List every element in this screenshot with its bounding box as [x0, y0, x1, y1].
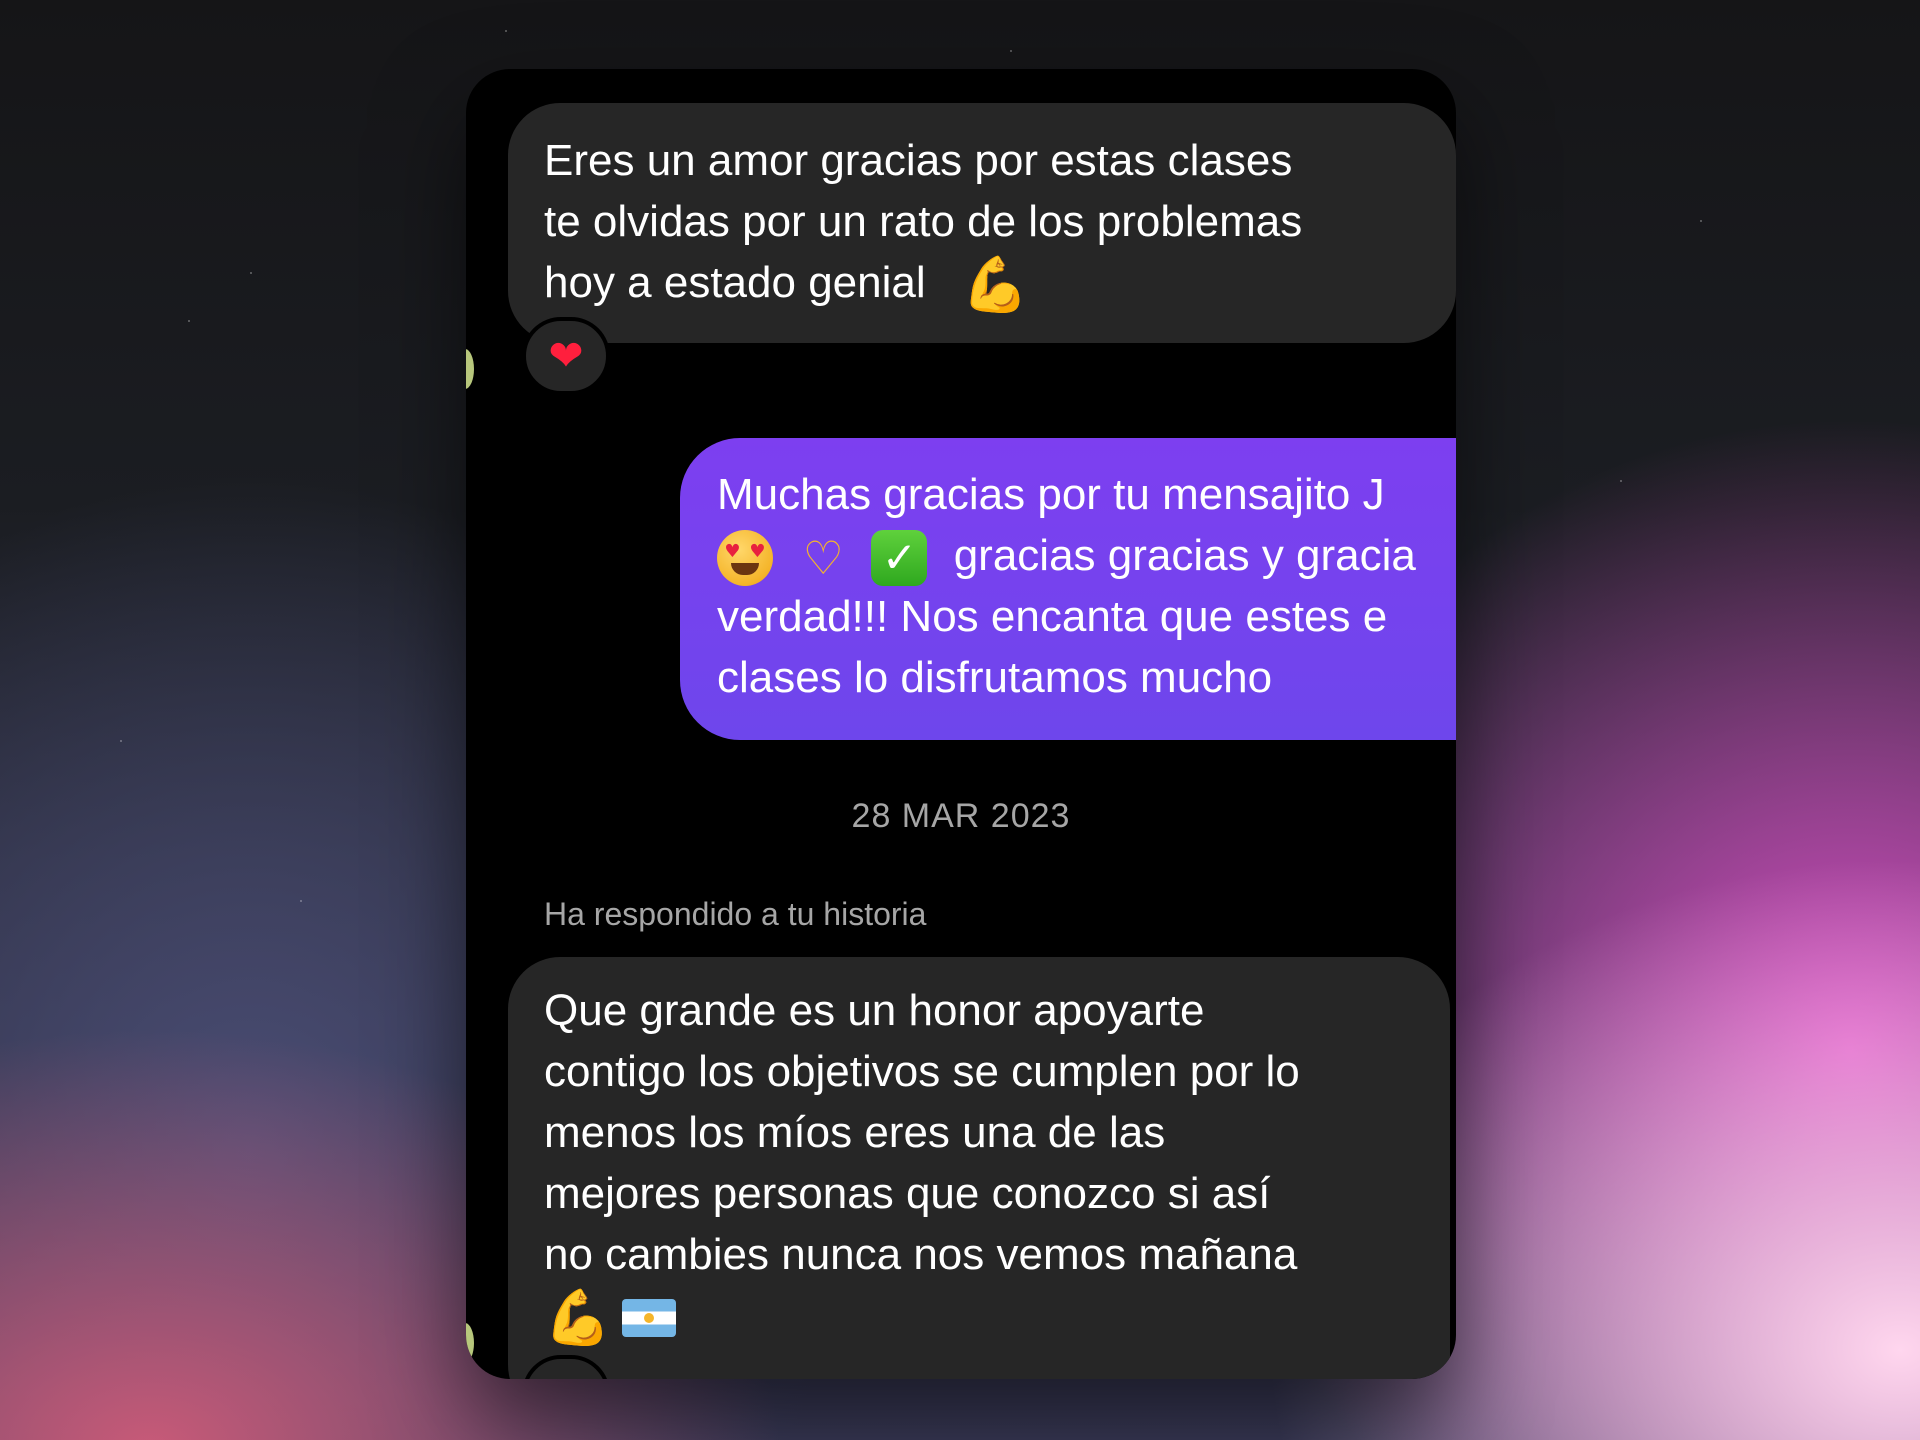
story-reply-label: Ha respondido a tu historia [544, 896, 927, 932]
message-line: Eres un amor gracias por estas clases [544, 136, 1293, 185]
message-line: te olvidas por un rato de los problemas [544, 197, 1303, 246]
argentina-flag-emoji [622, 1299, 677, 1338]
chat-window: Eres un amor gracias por estas clases te… [466, 69, 1456, 1379]
message-line: no cambies nunca nos vemos mañana [544, 1230, 1298, 1279]
message-line: hoy a estado genial 💪 [544, 253, 1030, 317]
message-line: ♥ ♥ ♡ ✓ gracias gracias y gracia [717, 525, 1456, 587]
date-separator: 28 MAR 2023 [851, 797, 1071, 835]
incoming-message-bubble[interactable]: Eres un amor gracias por estas clases te… [508, 103, 1456, 343]
heart-hands-emoji: ♡ [802, 531, 844, 586]
message-line: menos los míos eres una de las [544, 1108, 1166, 1157]
incoming-message-bubble[interactable]: Que grande es un honor apoyarte contigo … [508, 957, 1450, 1379]
message-line: Que grande es un honor apoyarte [544, 986, 1205, 1035]
flexed-biceps-emoji: 💪 [961, 253, 1030, 317]
check-mark-emoji: ✓ [871, 530, 928, 587]
message-line: verdad!!! Nos encanta que estes e [717, 592, 1388, 642]
message-line: 💪 [544, 1285, 1414, 1346]
sender-avatar[interactable] [466, 1323, 474, 1363]
flexed-biceps-emoji: 💪 [544, 1286, 612, 1350]
message-line: mejores personas que conozco si así [544, 1169, 1271, 1218]
heart-eyes-emoji: ♥ ♥ [717, 530, 773, 587]
heart-reaction-icon: ❤ [548, 1373, 583, 1380]
heart-reaction-icon: ❤ [548, 331, 584, 380]
message-line: contigo los objetivos se cumplen por lo [544, 1047, 1300, 1096]
sender-avatar[interactable] [466, 349, 474, 389]
message-line: clases lo disfrutamos mucho [717, 653, 1273, 703]
message-line: Muchas gracias por tu mensajito J [717, 470, 1385, 519]
outgoing-message-bubble[interactable]: Muchas gracias por tu mensajito J ♥ ♥ ♡ ✓… [680, 438, 1456, 740]
reaction-badge[interactable]: ❤ [522, 317, 610, 395]
